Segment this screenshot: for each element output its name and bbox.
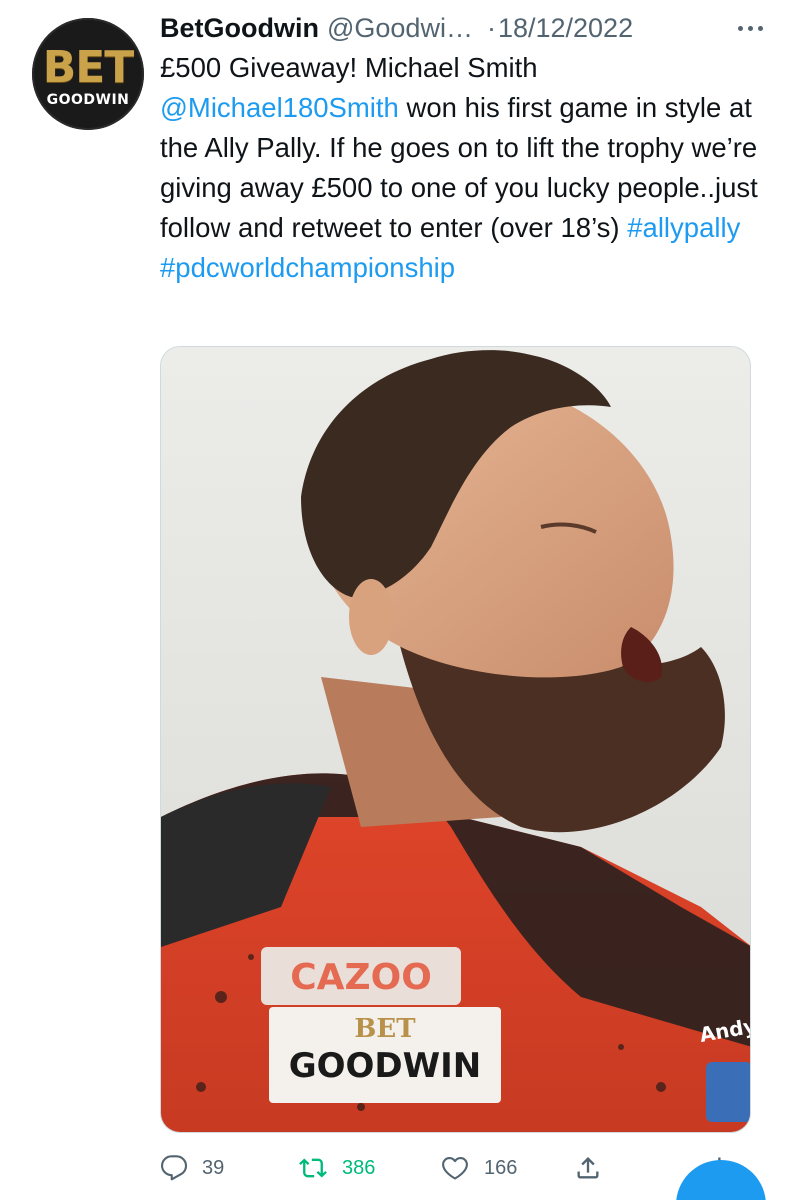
display-name[interactable]: BetGoodwin (160, 13, 319, 44)
tweet-text-part1: £500 Giveaway! Michael Smith (160, 52, 538, 83)
retweet-icon (299, 1158, 327, 1178)
tweet-actions: 39 386 166 (160, 1148, 760, 1188)
shirt-sponsor-goodwin-text: GOODWIN (289, 1046, 482, 1086)
photo-illustration: CAZOO BET GOODWIN Andy (161, 347, 750, 1132)
avatar-logo-bet: BET (42, 42, 135, 93)
tweet-text: £500 Giveaway! Michael Smith @Michael180… (160, 48, 760, 288)
avatar[interactable]: BET GOODWIN (32, 18, 144, 130)
tweet[interactable]: BET GOODWIN BetGoodwin @Goodwi… · 18/12/… (0, 0, 788, 1200)
shirt-sponsor-cazoo-text: CAZOO (290, 957, 432, 998)
tweet-media-photo[interactable]: CAZOO BET GOODWIN Andy (160, 346, 751, 1133)
shirt-sponsor-betgoodwin: BET GOODWIN (269, 1007, 501, 1103)
like-count: 166 (484, 1156, 518, 1179)
reply-icon (160, 1155, 188, 1181)
shirt-sponsor-bet-text: BET (354, 1014, 416, 1044)
reply-button[interactable]: 39 (160, 1148, 224, 1188)
hashtag-pdcworldchampionship[interactable]: #pdcworldchampionship (160, 252, 455, 283)
share-icon (577, 1157, 599, 1179)
user-handle[interactable]: @Goodwi… (327, 13, 473, 44)
mention-link[interactable]: @Michael180Smith (160, 92, 399, 123)
retweet-button[interactable]: 386 (298, 1148, 375, 1188)
retweet-count: 386 (342, 1156, 376, 1179)
shirt-sponsor-cazoo: CAZOO (261, 947, 461, 1005)
hashtag-allypally[interactable]: #allypally (627, 212, 740, 243)
share-button[interactable] (574, 1148, 602, 1188)
tweet-date[interactable]: 18/12/2022 (498, 13, 633, 44)
reply-count: 39 (202, 1156, 225, 1179)
more-icon[interactable] (730, 14, 770, 42)
separator-dot: · (486, 12, 496, 43)
like-button[interactable]: 166 (440, 1148, 517, 1188)
avatar-logo-goodwin: GOODWIN (46, 92, 130, 108)
tweet-header: BetGoodwin @Goodwi… · 18/12/2022 (160, 8, 770, 48)
like-icon (442, 1157, 468, 1180)
